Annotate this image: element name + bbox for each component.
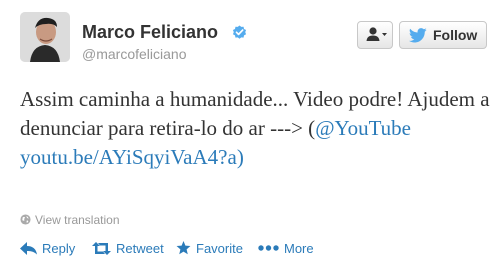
- reply-icon: [20, 241, 37, 255]
- star-icon: [176, 241, 191, 255]
- favorite-button[interactable]: Favorite: [176, 238, 243, 258]
- globe-icon: [20, 214, 31, 225]
- tweet-text: Assim caminha a humanidade... Video podr…: [20, 85, 490, 172]
- user-dropdown-icon: [366, 27, 387, 41]
- more-dots-icon: [258, 245, 279, 251]
- avatar[interactable]: [20, 12, 70, 62]
- twitter-bird-icon: [409, 28, 427, 43]
- mention-link[interactable]: @YouTube: [315, 116, 411, 140]
- follow-button[interactable]: Follow: [399, 21, 487, 49]
- retweet-label: Retweet: [116, 240, 164, 256]
- retweet-icon: [92, 241, 111, 255]
- favorite-label: Favorite: [196, 240, 243, 256]
- display-name[interactable]: Marco Feliciano: [82, 22, 218, 43]
- user-handle[interactable]: @marcofeliciano: [82, 46, 186, 62]
- url-link[interactable]: youtu.be/AYiSqyiVaA4?a): [20, 145, 244, 169]
- url-suffix: ?a): [218, 145, 244, 169]
- user-actions-button[interactable]: [357, 21, 393, 49]
- verified-badge-icon: [232, 25, 247, 45]
- more-label: More: [284, 240, 314, 256]
- reply-button[interactable]: Reply: [20, 238, 75, 258]
- more-button[interactable]: More: [258, 238, 314, 258]
- tweet-body: Assim caminha a humanidade... Video podr…: [20, 87, 490, 140]
- retweet-button[interactable]: Retweet: [92, 238, 164, 258]
- view-translation-link[interactable]: View translation: [20, 213, 120, 227]
- follow-label: Follow: [433, 27, 478, 43]
- view-translation-label: View translation: [35, 213, 120, 227]
- reply-label: Reply: [42, 240, 76, 256]
- url-text: youtu.be/AYiSqyiVaA4: [20, 145, 219, 169]
